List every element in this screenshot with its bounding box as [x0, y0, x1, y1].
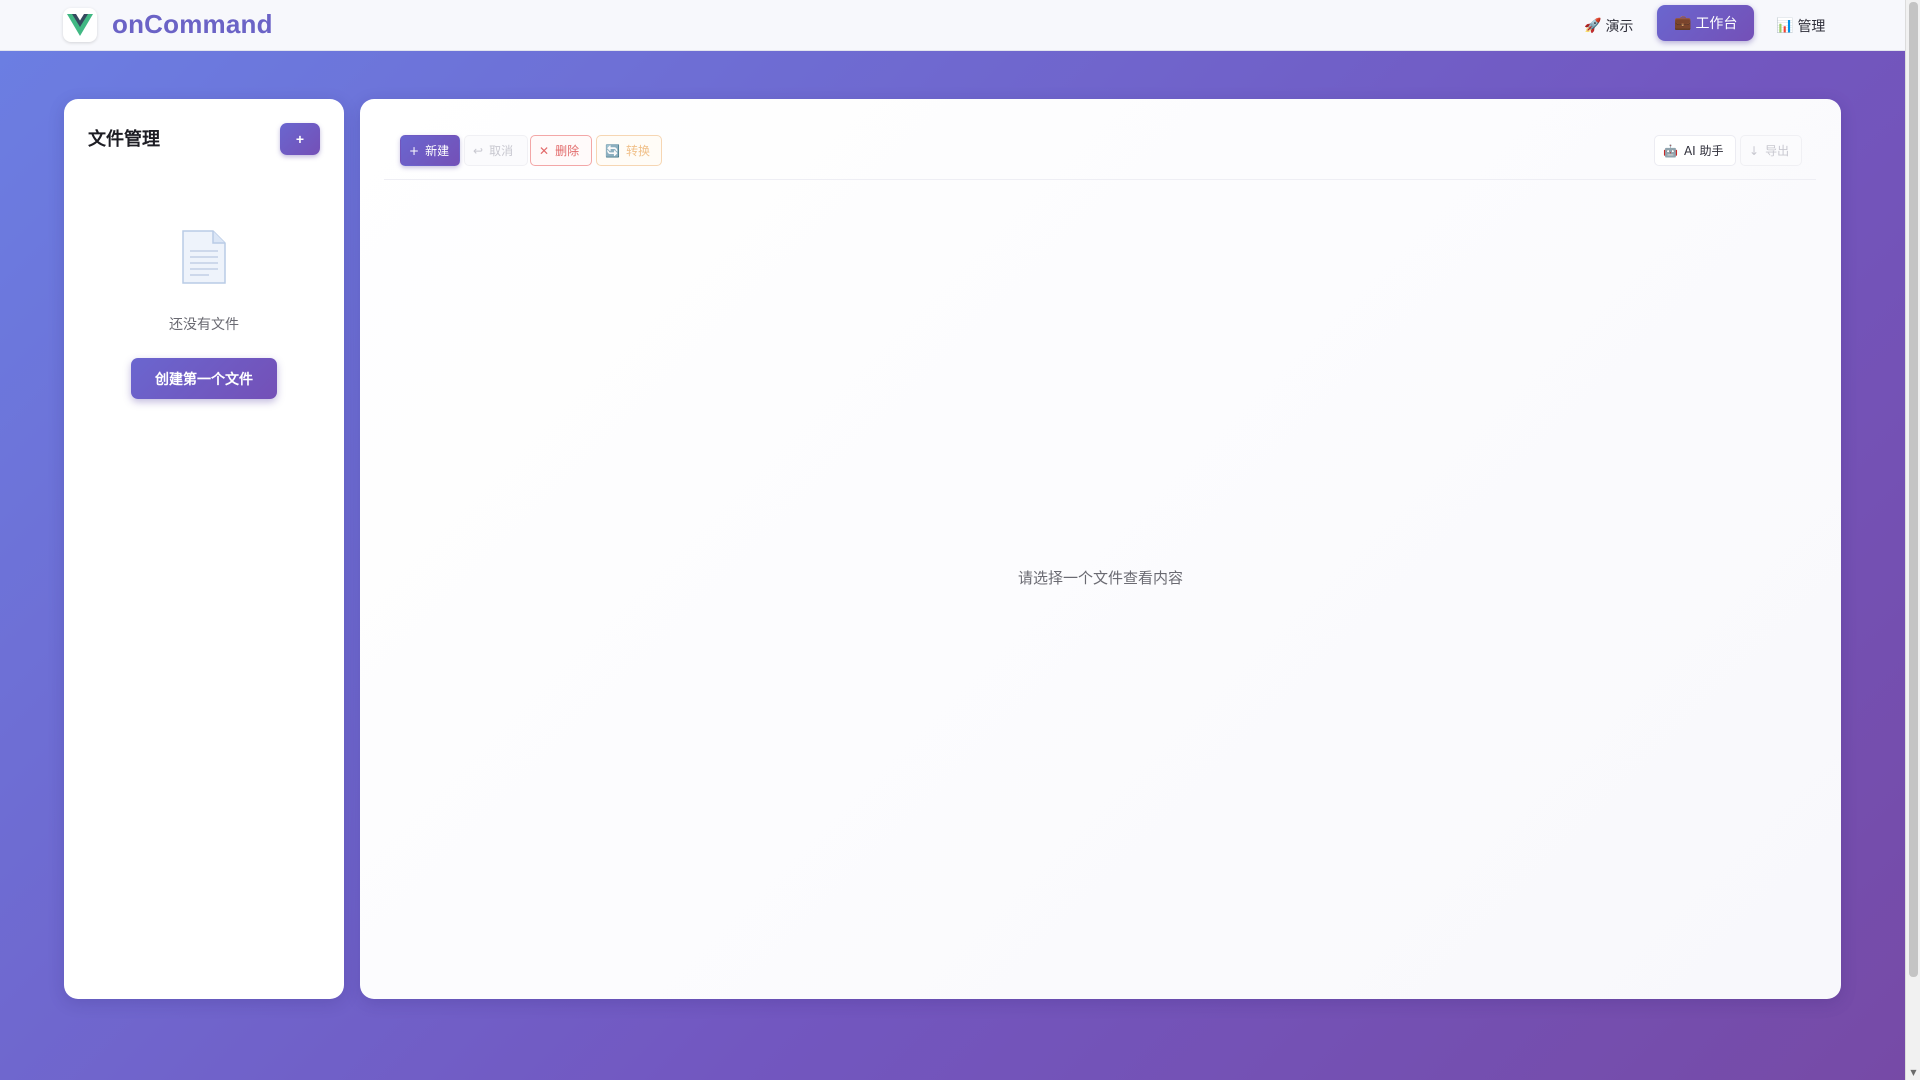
cancel-button[interactable]: ↩ 取消: [464, 135, 528, 166]
new-button-label: 新建: [425, 144, 450, 158]
ai-assistant-label: AI 助手: [1683, 144, 1724, 158]
create-first-file-button[interactable]: 创建第一个文件: [131, 358, 277, 399]
vue-logo-icon[interactable]: [63, 8, 97, 42]
empty-content-message: 请选择一个文件查看内容: [1017, 569, 1183, 587]
robot-icon: 🤖: [1663, 143, 1678, 158]
convert-button[interactable]: 🔄 转换: [596, 135, 662, 166]
brand-name[interactable]: onCommand: [112, 9, 273, 40]
cancel-button-label: 取消: [489, 144, 514, 158]
plus-icon: +: [409, 143, 420, 158]
nav-item-label: 工作台: [1695, 16, 1738, 32]
ai-assistant-button[interactable]: 🤖 AI 助手: [1654, 135, 1736, 166]
download-arrow-icon: ↓: [1749, 143, 1760, 158]
page-scrollbar[interactable]: ▼: [1905, 0, 1920, 1080]
rocket-icon: 🚀: [1584, 18, 1602, 34]
bar-chart-icon: 📊: [1776, 18, 1794, 34]
top-navbar: onCommand 🚀 演示 💼 工作台 📊 管理: [0, 0, 1905, 51]
refresh-icon: 🔄: [605, 143, 620, 158]
undo-icon: ↩: [473, 143, 484, 158]
delete-button[interactable]: ✕ 删除: [530, 135, 592, 166]
nav-item-admin[interactable]: 📊 管理: [1776, 12, 1825, 40]
main-panel: + 新建 ↩ 取消 ✕ 删除 🔄 转换 🤖 AI 助手 ↓ 导出 请选择一个文件…: [360, 99, 1841, 999]
scrollbar-thumb[interactable]: [1909, 2, 1918, 977]
nav-item-label: 管理: [1797, 19, 1826, 35]
file-manager-sidebar: 文件管理 + 还没有文件 创建第一个文件: [64, 99, 344, 999]
delete-button-label: 删除: [555, 144, 580, 158]
export-button-label: 导出: [1765, 144, 1790, 158]
empty-state-text: 还没有文件: [169, 317, 239, 333]
close-icon: ✕: [539, 143, 550, 158]
new-button[interactable]: + 新建: [400, 135, 460, 166]
sidebar-title: 文件管理: [88, 129, 160, 150]
toolbar-divider: [384, 179, 1816, 180]
nav-item-workbench[interactable]: 💼 工作台: [1657, 5, 1755, 41]
export-button[interactable]: ↓ 导出: [1740, 135, 1802, 166]
scroll-down-arrow-icon[interactable]: ▼: [1909, 1069, 1918, 1077]
briefcase-icon: 💼: [1674, 15, 1692, 31]
convert-button-label: 转换: [625, 144, 650, 158]
nav-item-label: 演示: [1605, 19, 1634, 35]
nav-item-demo[interactable]: 🚀 演示: [1584, 12, 1633, 40]
document-icon: [179, 229, 229, 285]
add-file-button[interactable]: +: [280, 123, 320, 155]
